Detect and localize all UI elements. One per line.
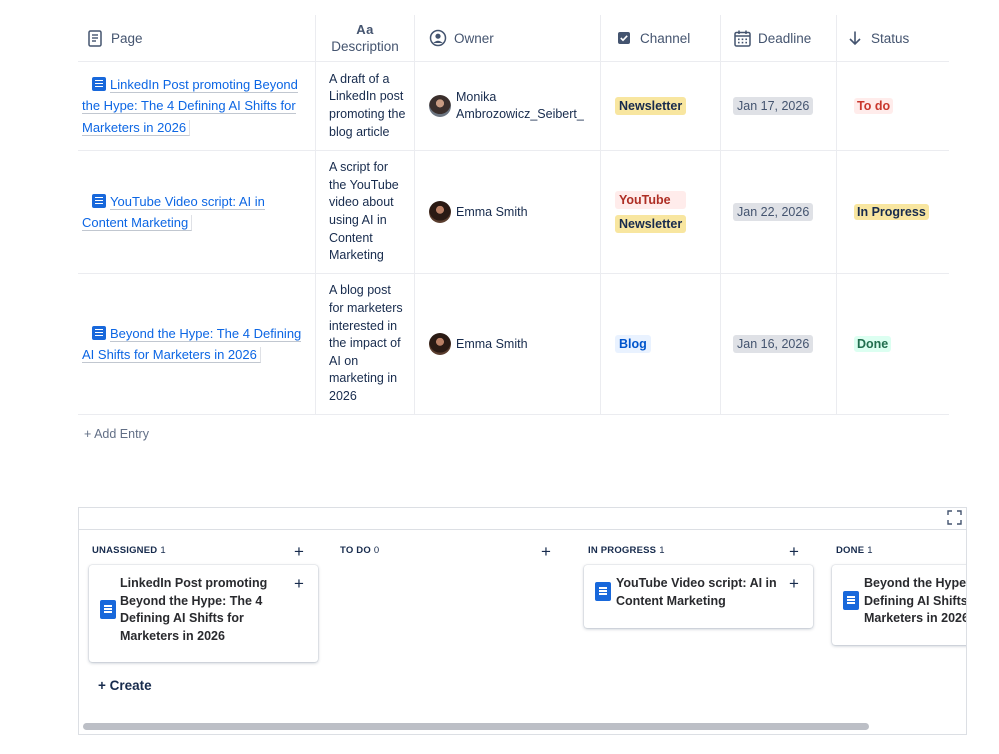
column-header-channel[interactable]: Channel: [601, 15, 721, 61]
owner-cell[interactable]: Monika Ambrozowicz_Seibert_: [415, 62, 601, 150]
owner-cell[interactable]: Emma Smith: [415, 274, 601, 414]
channel-cell[interactable]: YouTube Newsletter: [601, 151, 721, 273]
status-badge: To do: [854, 98, 894, 114]
horizontal-scrollbar[interactable]: [83, 723, 869, 730]
column-header-description-label: Description: [331, 39, 399, 54]
add-card-button[interactable]: +: [789, 543, 799, 560]
expand-icon[interactable]: [947, 510, 962, 525]
board-column-header-unassigned: UNASSIGNED 1: [92, 545, 166, 556]
document-icon: [92, 76, 106, 91]
column-header-status-label: Status: [871, 30, 910, 46]
deadline-cell[interactable]: Jan 16, 2026: [721, 274, 837, 414]
text-type-icon: Aa: [356, 22, 374, 37]
page-link[interactable]: Beyond the Hype: The 4 Defining AI Shift…: [82, 323, 311, 366]
page-cell: YouTube Video script: AI in Content Mark…: [78, 151, 316, 273]
owner-name: Emma Smith: [456, 336, 528, 351]
database-table: Page Aa Description Owner Channel Deadli…: [78, 15, 949, 415]
owner-name: Monika Ambrozowicz_Seibert_: [456, 90, 584, 121]
column-count: 1: [867, 545, 873, 556]
column-count: 0: [373, 545, 380, 556]
avatar: [429, 201, 451, 223]
card-add-button[interactable]: +: [294, 575, 304, 592]
board-card[interactable]: LinkedIn Post promoting Beyond the Hype:…: [89, 565, 318, 662]
channel-tag-newsletter: Newsletter: [615, 97, 687, 115]
calendar-icon: [733, 29, 751, 47]
board-card[interactable]: Beyond the Hype: The 4 Defining AI Shift…: [832, 565, 967, 645]
status-badge: Done: [854, 336, 892, 352]
description-text: A draft of a LinkedIn post promoting the…: [329, 71, 406, 139]
add-entry-button[interactable]: + Add Entry: [84, 427, 149, 441]
document-icon: [595, 582, 611, 601]
description-text: A script for the YouTube video about usi…: [329, 160, 399, 263]
kanban-board: UNASSIGNED 1 + LinkedIn Post promoting Be…: [78, 507, 967, 735]
deadline-date: Jan 17, 2026: [733, 97, 814, 115]
page-cell: Beyond the Hype: The 4 Defining AI Shift…: [78, 274, 316, 414]
table-header: Page Aa Description Owner Channel Deadli…: [78, 15, 949, 62]
description-cell: A script for the YouTube video about usi…: [316, 151, 415, 273]
add-card-button[interactable]: +: [541, 543, 551, 560]
table-row: LinkedIn Post promoting Beyond the Hype:…: [78, 62, 949, 151]
column-header-owner[interactable]: Owner: [415, 15, 601, 61]
column-header-deadline-label: Deadline: [758, 30, 812, 46]
owner-cell[interactable]: Emma Smith: [415, 151, 601, 273]
channel-tag-newsletter: Newsletter: [615, 215, 687, 233]
status-cell[interactable]: In Progress: [837, 151, 949, 273]
deadline-cell[interactable]: Jan 22, 2026: [721, 151, 837, 273]
page-link[interactable]: LinkedIn Post promoting Beyond the Hype:…: [82, 74, 311, 139]
column-header-page[interactable]: Page: [78, 15, 316, 61]
column-header-description[interactable]: Aa Description: [316, 15, 415, 61]
document-icon: [92, 193, 106, 208]
column-header-status[interactable]: Status: [837, 15, 949, 61]
column-count: 1: [659, 545, 665, 556]
table-row: Beyond the Hype: The 4 Defining AI Shift…: [78, 274, 949, 415]
card-title: YouTube Video script: AI in Content Mark…: [616, 576, 777, 608]
card-title: Beyond the Hype: The 4 Defining AI Shift…: [864, 576, 967, 626]
deadline-date: Jan 16, 2026: [733, 335, 814, 353]
column-count: 1: [160, 545, 166, 556]
board-column-header-in-progress: IN PROGRESS 1: [588, 545, 665, 556]
checkbox-icon: [615, 29, 633, 47]
board-toolbar: [79, 508, 966, 530]
column-header-channel-label: Channel: [640, 30, 691, 46]
board-card[interactable]: YouTube Video script: AI in Content Mark…: [584, 565, 813, 628]
column-header-page-label: Page: [111, 30, 143, 46]
channel-cell[interactable]: Blog: [601, 274, 721, 414]
avatar: [429, 95, 451, 117]
status-cell[interactable]: To do: [837, 62, 949, 150]
status-badge: In Progress: [854, 204, 929, 220]
page-link[interactable]: YouTube Video script: AI in Content Mark…: [82, 191, 311, 234]
channel-cell[interactable]: Newsletter: [601, 62, 721, 150]
owner-name: Emma Smith: [456, 204, 528, 219]
table-row: YouTube Video script: AI in Content Mark…: [78, 151, 949, 274]
board-column-header-todo: TO DO 0: [340, 545, 380, 556]
create-card-button[interactable]: + Create: [98, 678, 152, 693]
channel-tag-youtube: YouTube: [615, 191, 687, 209]
deadline-date: Jan 22, 2026: [733, 203, 814, 221]
channel-tag-blog: Blog: [615, 335, 651, 353]
card-title: LinkedIn Post promoting Beyond the Hype:…: [120, 576, 268, 643]
add-card-button[interactable]: +: [294, 543, 304, 560]
column-header-owner-label: Owner: [454, 30, 494, 46]
column-header-deadline[interactable]: Deadline: [721, 15, 837, 61]
description-cell: A draft of a LinkedIn post promoting the…: [316, 62, 415, 150]
deadline-cell[interactable]: Jan 17, 2026: [721, 62, 837, 150]
document-icon: [92, 325, 106, 340]
document-icon: [843, 591, 859, 610]
description-text: A blog post for marketers interested in …: [329, 283, 403, 403]
person-icon: [429, 29, 447, 47]
arrow-down-icon: [846, 29, 864, 47]
document-icon: [100, 600, 116, 619]
description-cell: A blog post for marketers interested in …: [316, 274, 415, 414]
card-add-button[interactable]: +: [789, 575, 799, 592]
avatar: [429, 333, 451, 355]
page-cell: LinkedIn Post promoting Beyond the Hype:…: [78, 62, 316, 150]
board-column-header-done: DONE 1: [836, 545, 873, 556]
page-icon: [86, 29, 104, 47]
status-cell[interactable]: Done: [837, 274, 949, 414]
